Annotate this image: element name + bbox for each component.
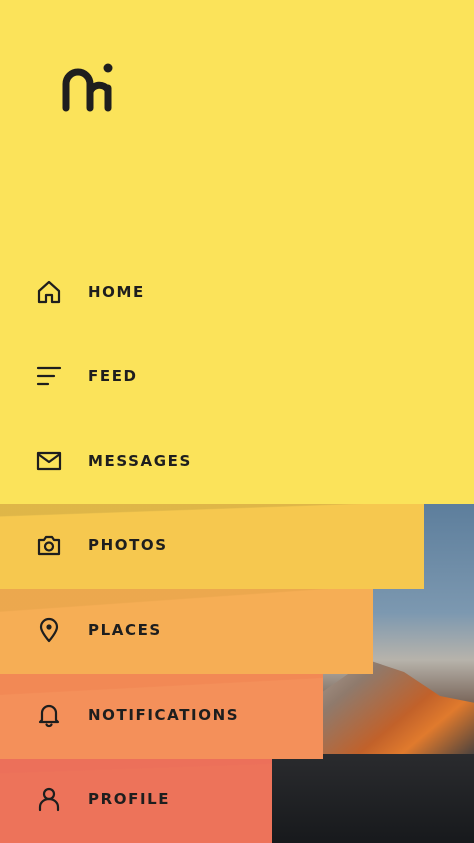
app-logo — [62, 62, 116, 112]
forest-shadow — [260, 754, 474, 843]
menu-item-feed[interactable]: FEED — [0, 346, 300, 406]
map-pin-icon — [36, 617, 62, 643]
menu-item-label: HOME — [88, 283, 145, 301]
menu-item-label: PROFILE — [88, 790, 171, 808]
menu-item-notifications[interactable]: NOTIFICATIONS — [0, 685, 300, 745]
menu-panel-top: HOME FEED MESSAGES — [0, 0, 474, 504]
menu-item-photos[interactable]: PHOTOS — [0, 515, 300, 575]
mail-icon — [36, 448, 62, 474]
menu-item-label: NOTIFICATIONS — [88, 706, 240, 724]
feed-lines-icon — [36, 363, 62, 389]
menu-item-profile[interactable]: PROFILE — [0, 769, 272, 829]
menu-item-home[interactable]: HOME — [0, 262, 300, 322]
person-icon — [36, 786, 62, 812]
menu-band-places: PLACES — [0, 589, 373, 674]
menu-item-label: MESSAGES — [88, 452, 192, 470]
camera-icon — [36, 532, 62, 558]
menu-item-label: PLACES — [88, 621, 162, 639]
bell-icon — [36, 702, 62, 728]
home-icon — [36, 279, 62, 305]
menu-band-photos: PHOTOS — [0, 504, 424, 589]
menu-item-places[interactable]: PLACES — [0, 600, 300, 660]
menu-band-profile: PROFILE — [0, 759, 272, 843]
menu-item-label: PHOTOS — [88, 536, 168, 554]
menu-item-messages[interactable]: MESSAGES — [0, 431, 300, 491]
menu-item-label: FEED — [88, 367, 138, 385]
menu-band-notifications: NOTIFICATIONS — [0, 674, 323, 759]
